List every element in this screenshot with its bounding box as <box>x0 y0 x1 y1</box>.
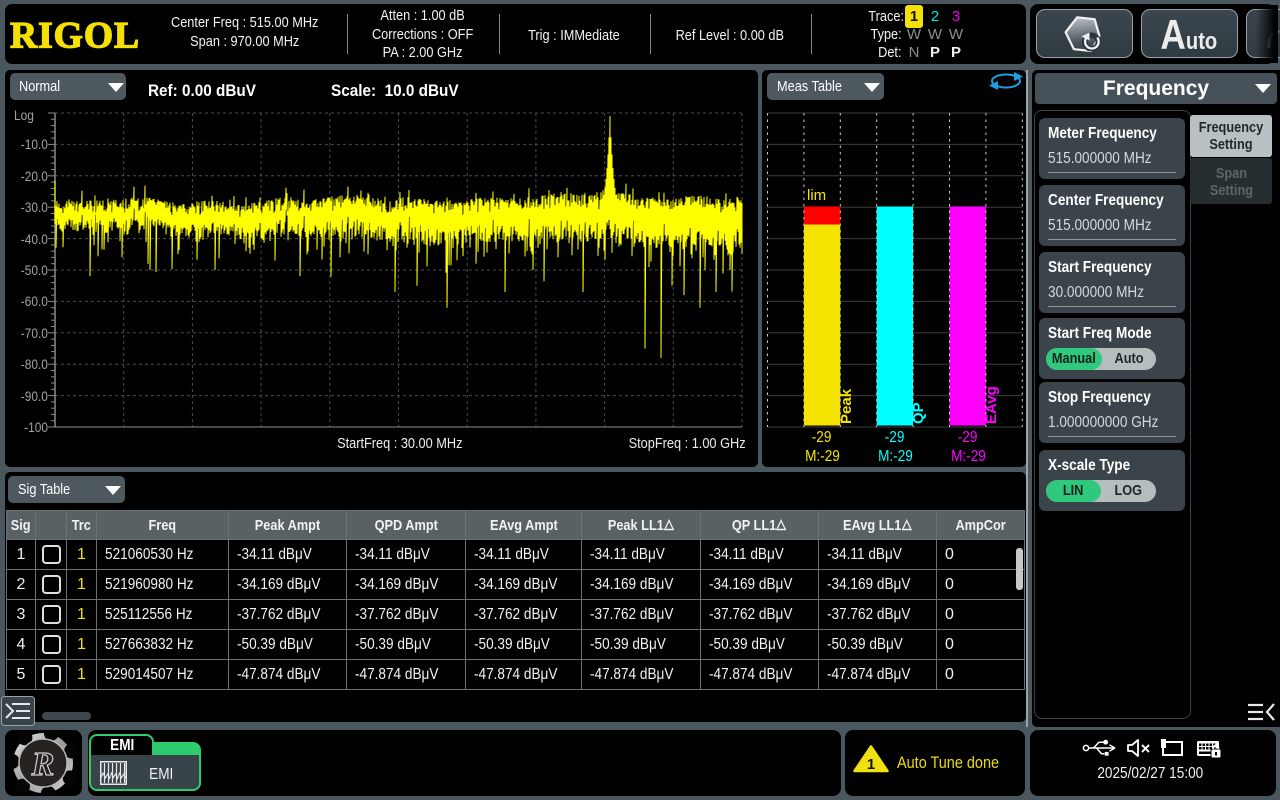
svg-text:1: 1 <box>867 756 875 773</box>
svg-text:EAvg: EAvg <box>983 386 1000 424</box>
svg-text:R: R <box>31 746 55 783</box>
svg-text:Peak: Peak <box>838 388 855 424</box>
svg-text:QP: QP <box>910 402 927 424</box>
svg-text:lim: lim <box>807 187 826 204</box>
